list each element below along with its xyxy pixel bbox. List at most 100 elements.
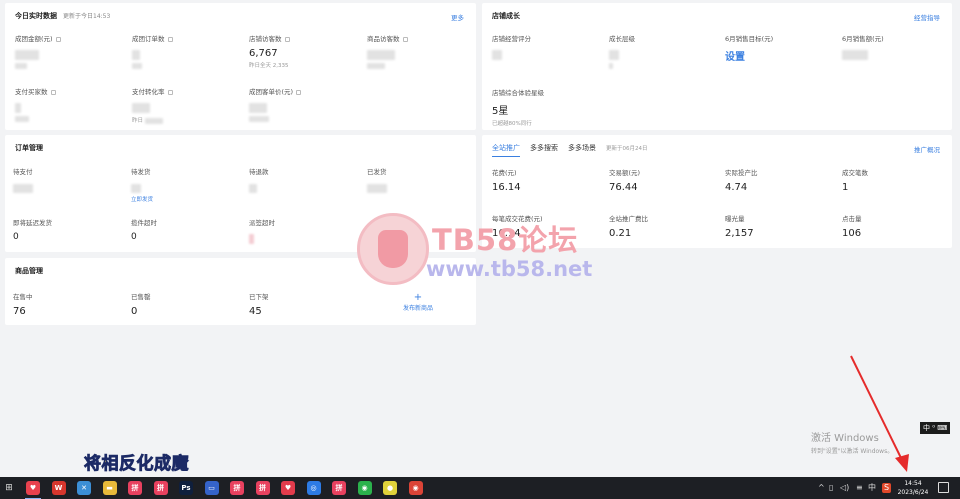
tab-search-promo[interactable]: 多多搜索: [530, 143, 558, 157]
metric-foot: 已超越80%同行: [492, 121, 532, 127]
metric-avg-order: 成团客单价(元): [249, 86, 359, 122]
pdd-merchant-icon[interactable]: 拼: [332, 481, 346, 495]
monitor-icon[interactable]: ▭: [204, 481, 219, 495]
promo-overview-link[interactable]: 推广概况: [914, 144, 940, 154]
metric-value: 2,157: [725, 228, 754, 239]
pdd-merchant-icon[interactable]: 拼: [255, 481, 270, 495]
order-pickup-timeout[interactable]: 揽件超时 0: [131, 217, 241, 242]
metric-label: 待退款: [249, 168, 269, 176]
battery-icon[interactable]: ▯: [829, 483, 833, 493]
metric-label: 点击量: [842, 215, 862, 223]
metric-value: 16.14: [492, 182, 521, 193]
info-icon[interactable]: [284, 36, 290, 42]
metric-foot: 昨日全天 2,335: [249, 63, 289, 69]
metric-value: 45: [249, 306, 262, 317]
set-target-link[interactable]: 设置: [725, 48, 835, 63]
browser-icon[interactable]: ◎: [306, 481, 321, 495]
metric-value: 76.44: [609, 182, 638, 193]
pdd-merchant-icon[interactable]: 拼: [230, 481, 244, 495]
publish-label: 发布新商品: [402, 305, 433, 312]
product-on-sale[interactable]: 在售中 76: [13, 291, 123, 317]
tray-overflow-icon[interactable]: ^: [818, 483, 825, 493]
sogou-icon[interactable]: S: [882, 483, 892, 493]
ime-indicator[interactable]: 中: [868, 483, 876, 493]
metric-monthly-sales: 6月销售额(元): [842, 33, 952, 60]
info-icon[interactable]: [296, 89, 302, 95]
info-icon[interactable]: [402, 36, 408, 42]
vpn-icon[interactable]: ✕: [77, 481, 91, 495]
metric-label: 已售罄: [131, 293, 151, 301]
file-explorer-icon[interactable]: ▬: [102, 481, 117, 495]
metric-gmv: 成团金额(元): [15, 33, 125, 69]
metric-label: 交易额(元): [609, 169, 641, 177]
product-delisted[interactable]: 已下架 45: [249, 291, 359, 317]
tab-site-promo[interactable]: 全站推广: [492, 143, 520, 157]
blurred-value: [367, 63, 385, 69]
metric-label: 花费(元): [492, 169, 517, 177]
promo-updated: 更新于06月24日: [606, 146, 648, 152]
blurred-value: [492, 50, 502, 60]
photoshop-icon[interactable]: Ps: [179, 481, 193, 495]
info-icon[interactable]: [167, 89, 173, 95]
network-icon[interactable]: ≡: [856, 483, 863, 493]
blurred-value: [249, 103, 267, 113]
metric-value: 0: [131, 306, 138, 317]
order-delivery-timeout[interactable]: 派签超时: [249, 217, 359, 244]
wechat-icon[interactable]: ◉: [357, 481, 372, 495]
metric-growth-level: 成长层级: [609, 33, 719, 69]
volume-icon[interactable]: ◁): [840, 483, 849, 493]
metric-product-visitors: 商品访客数: [367, 33, 477, 69]
system-clock[interactable]: 14:54 2023/6/24: [896, 479, 930, 497]
promo-gmv: 交易额(元) 76.44: [609, 167, 719, 193]
order-shipped[interactable]: 已发货: [367, 166, 477, 193]
metric-label: 支付买家数: [15, 88, 48, 96]
metric-label: 6月销售目标(元): [725, 35, 774, 43]
notification-icon[interactable]: [938, 482, 949, 493]
metric-orders: 成团订单数: [132, 33, 242, 69]
hand-icon: [378, 230, 408, 268]
heart-app-icon[interactable]: ♥: [281, 481, 295, 495]
metric-label: 店铺访客数: [249, 35, 282, 43]
metric-label: 在售中: [13, 293, 33, 301]
info-icon[interactable]: [50, 89, 56, 95]
ship-now-link[interactable]: 立即发货: [131, 195, 241, 203]
ime-floating-bar[interactable]: 中 ⁰ ⌨: [920, 422, 951, 434]
growth-title: 店铺成长: [492, 12, 520, 20]
pdd-merchant-icon[interactable]: 拼: [128, 481, 142, 495]
activation-title: 激活 Windows: [811, 433, 879, 444]
wps-icon[interactable]: W: [51, 481, 66, 495]
order-delayed-shipment[interactable]: 即将延迟发货 0: [13, 217, 123, 242]
metric-label: 待发货: [131, 168, 151, 176]
order-pending-shipment[interactable]: 待发货 立即发货: [131, 166, 241, 203]
info-icon[interactable]: [55, 36, 61, 42]
growth-guide-link[interactable]: 经营指导: [914, 12, 940, 22]
metric-value: 1: [842, 182, 849, 193]
blurred-value: [842, 50, 868, 60]
publish-product-button[interactable]: + 发布新商品: [386, 293, 450, 313]
favorites-icon[interactable]: ♥: [25, 481, 41, 499]
watermark-logo-icon: [357, 213, 429, 285]
metric-label: 商品访客数: [367, 35, 400, 43]
blurred-value: [131, 184, 141, 193]
order-pending-refund[interactable]: 待退款: [249, 166, 359, 193]
metric-sales-target: 6月销售目标(元) 设置: [725, 33, 835, 63]
chrome-icon[interactable]: ◉: [408, 481, 423, 495]
game-icon[interactable]: ●: [383, 481, 397, 495]
metric-value: 0.21: [609, 228, 632, 239]
product-sold-out[interactable]: 已售罄 0: [131, 291, 241, 317]
metric-label: 成长层级: [609, 35, 635, 43]
realtime-more-link[interactable]: 更多: [451, 12, 464, 22]
realtime-data-card: 今日实时数据 更新于今日14:53 更多 成团金额(元) 成团订单数 店铺访客数 …: [5, 3, 476, 130]
start-icon[interactable]: ⊞: [3, 482, 15, 494]
blurred-value: [145, 117, 164, 124]
info-icon[interactable]: [167, 36, 173, 42]
promotion-tabs: 全站推广 多多搜索 多多场景 更新于06月24日: [492, 143, 648, 157]
metric-paying-buyers: 支付买家数: [15, 86, 125, 122]
promo-impressions: 曝光量 2,157: [725, 213, 835, 239]
blurred-value: [13, 184, 33, 193]
order-pending-payment[interactable]: 待支付: [13, 166, 123, 193]
pdd-merchant-icon[interactable]: 拼: [153, 481, 168, 495]
tab-scene-promo[interactable]: 多多场景: [568, 143, 596, 157]
blurred-value: [132, 63, 142, 69]
clock-date: 2023/6/24: [897, 489, 929, 496]
